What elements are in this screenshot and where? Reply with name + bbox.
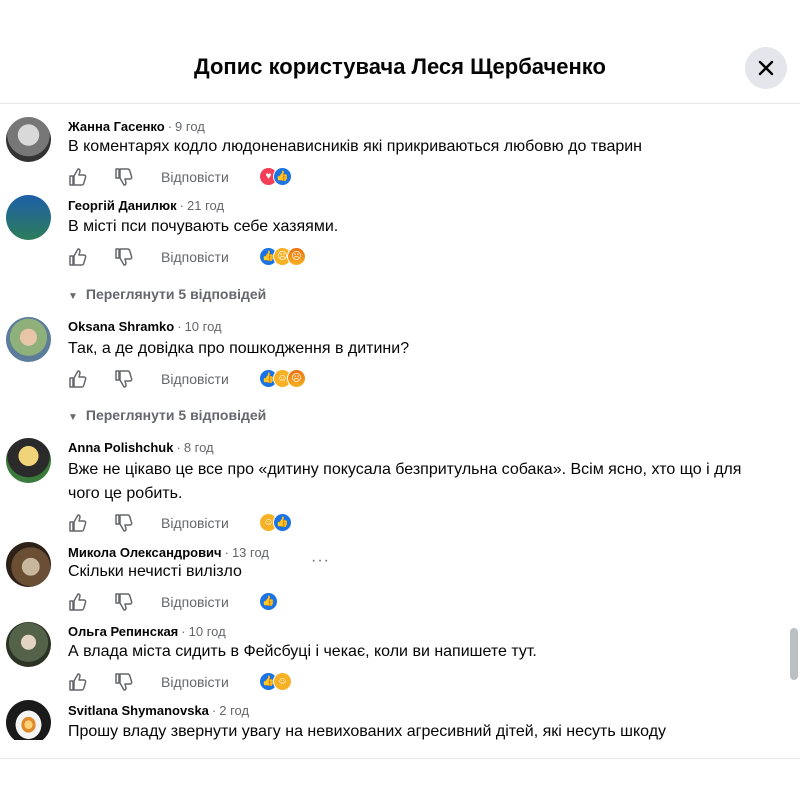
reply-button[interactable]: Відповісти (161, 371, 229, 387)
reactions-summary[interactable]: 👍 ☺ ☹ (259, 369, 306, 389)
thumbs-down-icon[interactable] (114, 513, 134, 533)
close-button[interactable] (745, 47, 787, 89)
thumbs-up-icon[interactable] (68, 247, 88, 267)
comment-text: А влада міста сидить в Фейсбуці і чекає,… (68, 643, 537, 660)
avatar[interactable] (6, 117, 51, 162)
comment-text: В місті пси почувають себе хазяями. (68, 218, 339, 235)
haha-reaction-icon: ☺ (273, 672, 292, 691)
thumbs-down-icon[interactable] (114, 167, 134, 187)
comment-author[interactable]: Жанна Гасенко (68, 119, 165, 134)
comment-actions: Відповісти 👍 ☺ (68, 672, 348, 692)
chevron-down-icon: ▼ (68, 291, 78, 302)
like-reaction-icon: 👍 (259, 592, 278, 611)
comment-actions: Відповісти 👍 ☺ ☹ (68, 369, 348, 389)
thumbs-up-icon[interactable] (68, 672, 88, 692)
thumbs-up-icon[interactable] (68, 369, 88, 389)
angry-reaction-icon: ☹ (287, 247, 306, 266)
reply-button[interactable]: Відповісти (161, 249, 229, 265)
comment-author[interactable]: Oksana Shramko (68, 319, 174, 334)
thumbs-down-icon[interactable] (114, 672, 134, 692)
comment-time[interactable]: 13 год (232, 545, 269, 560)
thumbs-down-icon[interactable] (114, 369, 134, 389)
comment-text: Прошу владу звернути увагу на невиховани… (68, 723, 667, 740)
reply-button[interactable]: Відповісти (161, 674, 229, 690)
like-reaction-icon: 👍 (273, 167, 292, 186)
dialog-header: Допис користувача Леся Щербаченко (0, 0, 800, 104)
reactions-summary[interactable]: ☺ 👍 (259, 513, 292, 533)
comment-text: Скільки нечисті вилізло (68, 563, 242, 580)
comment-actions: Відповісти 👍 ☹ ☹ (68, 247, 348, 267)
more-options-icon[interactable]: ··· (311, 552, 330, 570)
view-replies-link[interactable]: ▼ Переглянути 5 відповідей (68, 407, 266, 423)
comment-author[interactable]: Anna Polishchuk (68, 440, 173, 455)
comment-time[interactable]: 8 год (184, 440, 214, 455)
comment-author[interactable]: Микола Олександрович (68, 545, 222, 560)
thumbs-down-icon[interactable] (114, 592, 134, 612)
comment-time[interactable]: 10 год (185, 319, 222, 334)
comment-time[interactable]: 10 год (189, 624, 226, 639)
page-title: Допис користувача Леся Щербаченко (194, 54, 606, 79)
reactions-summary[interactable]: 👍 ☹ ☹ (259, 247, 306, 267)
comment-text: В коментарях кодло людоненависників які … (68, 138, 643, 155)
avatar[interactable] (6, 195, 51, 240)
comment-author[interactable]: Георгій Данилюк (68, 198, 177, 213)
comments-list: Жанна Гасенко · 9 год В коментарях кодло л… (0, 105, 800, 740)
reply-button[interactable]: Відповісти (161, 169, 229, 185)
reactions-summary[interactable]: 👍 (259, 592, 278, 612)
view-replies-link[interactable]: ▼ Переглянути 5 відповідей (68, 286, 266, 302)
reactions-summary[interactable]: 👍 ☺ (259, 672, 292, 692)
reply-button[interactable]: Відповісти (161, 515, 229, 531)
avatar[interactable] (6, 622, 51, 667)
avatar[interactable] (6, 542, 51, 587)
comment-text: Вже не цікаво це все про «дитину покусал… (68, 461, 742, 502)
reactions-summary[interactable]: ♥ 👍 (259, 167, 292, 187)
angry-reaction-icon: ☹ (287, 369, 306, 388)
reply-button[interactable]: Відповісти (161, 594, 229, 610)
comment-text: Так, а де довідка про пошкодження в дити… (68, 340, 410, 357)
chevron-down-icon: ▼ (68, 412, 78, 423)
comment-author[interactable]: Ольга Репинская (68, 624, 178, 639)
comment-actions: Відповісти ♥ 👍 (68, 167, 348, 187)
scrollbar[interactable] (790, 628, 798, 680)
avatar[interactable] (6, 317, 51, 362)
avatar[interactable] (6, 700, 51, 740)
comment-time[interactable]: 9 год (175, 119, 205, 134)
divider (0, 758, 800, 759)
comment-actions: Відповісти ☺ 👍 (68, 513, 348, 533)
comment-author[interactable]: Svitlana Shymanovska (68, 703, 209, 718)
comment-time[interactable]: 2 год (219, 703, 249, 718)
comment-actions: Відповісти 👍 (68, 592, 348, 612)
close-icon (758, 60, 774, 76)
comment-time[interactable]: 21 год (187, 198, 224, 213)
thumbs-up-icon[interactable] (68, 592, 88, 612)
like-reaction-icon: 👍 (273, 513, 292, 532)
thumbs-down-icon[interactable] (114, 247, 134, 267)
thumbs-up-icon[interactable] (68, 513, 88, 533)
thumbs-up-icon[interactable] (68, 167, 88, 187)
avatar[interactable] (6, 438, 51, 483)
